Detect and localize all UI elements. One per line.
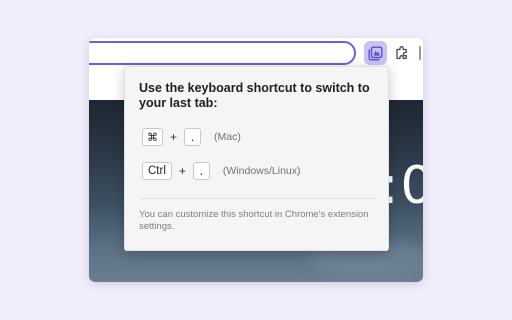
key-ctrl: Ctrl <box>142 162 172 180</box>
platform-label-mac: (Mac) <box>214 131 241 143</box>
key-period: . <box>192 162 210 180</box>
extensions-menu-button[interactable] <box>391 42 413 64</box>
popup-title: Use the keyboard shortcut to switch to y… <box>139 81 370 110</box>
plus-sign: + <box>178 164 186 178</box>
shortcut-row-windows-linux: Ctrl + . (Windows/Linux) <box>142 161 301 181</box>
key-command: ⌘ <box>142 128 163 146</box>
extension-button[interactable] <box>364 41 387 65</box>
platform-label-windows-linux: (Windows/Linux) <box>222 165 301 177</box>
puzzle-icon <box>396 46 407 60</box>
last-tab-extension-icon <box>368 46 383 60</box>
key-period: . <box>184 128 202 146</box>
shortcut-row-mac: ⌘ + . (Mac) <box>142 127 241 147</box>
shortcut-popup: Use the keyboard shortcut to switch to y… <box>124 66 389 251</box>
plus-sign: + <box>170 130 178 144</box>
address-bar[interactable] <box>89 41 356 65</box>
popup-divider <box>139 198 376 199</box>
customize-note: You can customize this shortcut in Chrom… <box>139 209 369 232</box>
toolbar-overflow-edge <box>419 46 421 60</box>
